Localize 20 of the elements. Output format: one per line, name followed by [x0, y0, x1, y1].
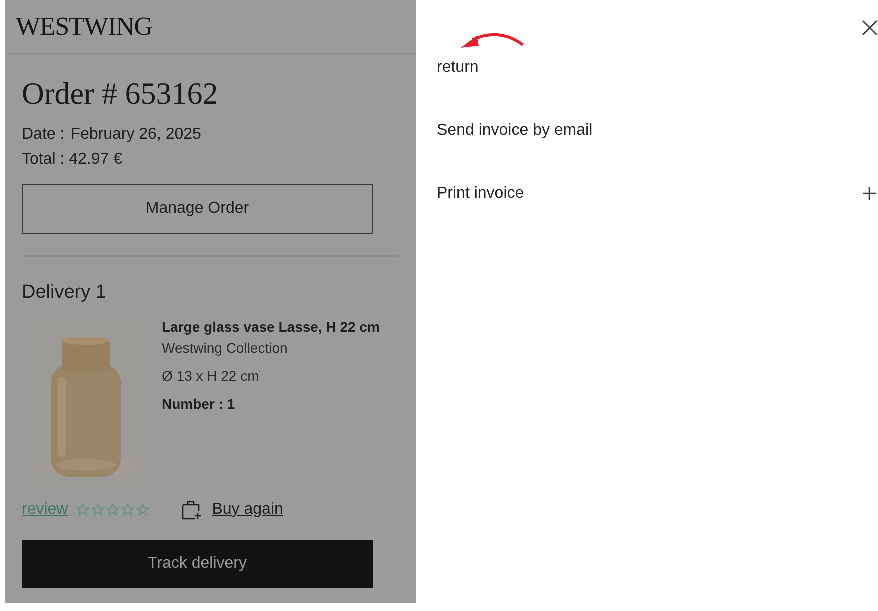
drawer-link[interactable]: Send invoice by email: [437, 118, 593, 142]
annotation-arrow: [459, 32, 525, 50]
product-quantity: Number : 1: [162, 395, 236, 414]
close-icon[interactable]: [862, 20, 878, 36]
drawer-link[interactable]: Print invoice: [437, 182, 524, 206]
date-label: Date :: [22, 125, 65, 145]
track-delivery-button[interactable]: Track delivery: [22, 540, 373, 588]
order-total: Total : 42.97 €: [22, 150, 124, 170]
delivery-title: Delivery 1: [22, 281, 108, 305]
logo[interactable]: WESTWING: [16, 7, 152, 46]
order-date: February 26, 2025: [70, 125, 202, 145]
product-name: Large glass vase Lasse, H 22 cm: [162, 318, 380, 337]
drawer-link[interactable]: return: [437, 56, 479, 80]
manage-order-button[interactable]: Manage Order: [22, 184, 373, 234]
product-size: Ø 13 x H 22 cm: [162, 367, 260, 386]
order-title: Order # 653162: [22, 75, 220, 113]
product-brand: Westwing Collection: [162, 339, 289, 358]
buy-again-link[interactable]: Buy again: [212, 498, 284, 522]
star-rating[interactable]: [76, 503, 150, 517]
plus-icon[interactable]: [863, 187, 876, 200]
